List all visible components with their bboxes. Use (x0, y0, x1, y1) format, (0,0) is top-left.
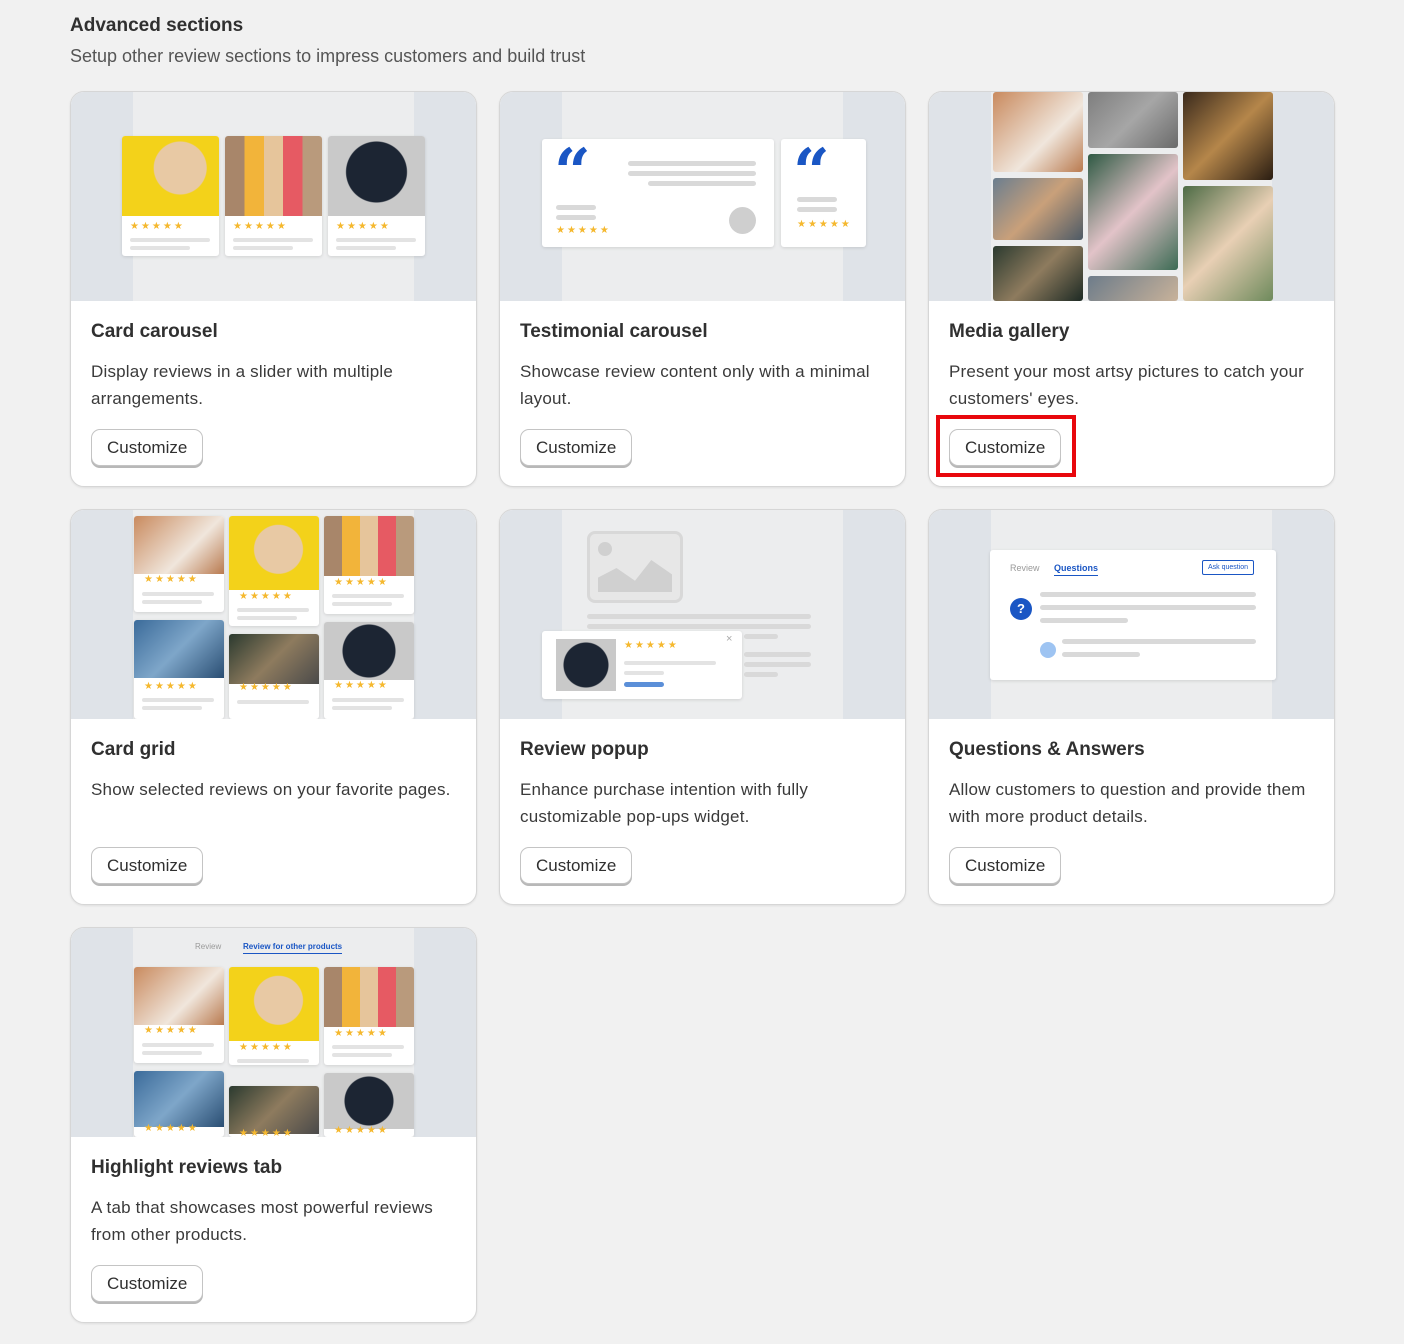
grid-review-card: ★★★★★ (134, 516, 224, 612)
star-rating: ★★★★★ (624, 640, 679, 651)
card-grid-preview: ★★★★★ ★★★★★ ★★★★★ ★★★★★ ★★★★★ ★★★★★ (71, 510, 476, 719)
grid-review-card: ★★★★★ (324, 1073, 414, 1137)
star-rating: ★★★★★ (239, 682, 294, 693)
customize-testimonial-carousel-button[interactable]: Customize (520, 429, 633, 466)
qa-tab-questions: Questions (1054, 563, 1099, 576)
card-carousel-card: ★★★★★ ★★★★★ ★★★★★ Card carousel Display … (70, 91, 477, 487)
customize-card-carousel-button[interactable]: Customize (91, 429, 204, 466)
customize-card-grid-button[interactable]: Customize (91, 847, 204, 884)
grid-review-card: ★★★★★ (229, 1086, 319, 1137)
gallery-photo (1183, 186, 1273, 301)
star-rating: ★★★★★ (130, 221, 185, 232)
star-rating: ★★★★★ (334, 577, 389, 588)
section-header: Advanced sections Setup other review sec… (70, 14, 585, 68)
star-rating: ★★★★★ (334, 1125, 389, 1136)
star-rating: ★★★★★ (144, 681, 199, 692)
grid-review-card: ★★★★★ (134, 967, 224, 1063)
card-description: Allow customers to question and provide … (949, 780, 1306, 826)
star-rating: ★★★★★ (144, 1025, 199, 1036)
star-rating: ★★★★★ (334, 1028, 389, 1039)
review-popup-card: ★★★★★ × Review popup Enhance purchase in… (499, 509, 906, 905)
star-rating: ★★★★★ (233, 221, 288, 232)
testimonial-carousel-preview: “ ★★★★★ “ ★★★★★ (500, 92, 905, 301)
star-rating: ★★★★★ (239, 591, 294, 602)
testimonial-card: “ ★★★★★ (542, 139, 774, 247)
star-rating: ★★★★★ (144, 574, 199, 585)
qa-widget-preview: Review Questions Ask question ? (990, 550, 1276, 680)
grid-review-card: ★★★★★ (324, 622, 414, 719)
review-card-popsicle: ★★★★★ (225, 136, 322, 256)
gallery-photo (993, 178, 1083, 240)
testimonial-card: “ ★★★★★ (781, 139, 866, 247)
card-description: Display reviews in a slider with multipl… (91, 362, 394, 408)
star-rating: ★★★★★ (239, 1128, 294, 1137)
card-title: Card carousel (91, 321, 218, 342)
tab-review-other-products: Review for other products (243, 942, 343, 954)
quote-icon: “ (793, 139, 830, 210)
card-description: Present your most artsy pictures to catc… (949, 362, 1305, 408)
gallery-photo (993, 246, 1083, 301)
question-icon: ? (1010, 598, 1032, 620)
star-rating: ★★★★★ (334, 680, 389, 691)
customize-review-popup-button[interactable]: Customize (520, 847, 633, 884)
star-rating: ★★★★★ (556, 225, 611, 236)
gallery-photo (1183, 92, 1273, 180)
card-description: Show selected reviews on your favorite p… (91, 780, 451, 799)
highlight-annotation (936, 415, 1076, 477)
card-description: Showcase review content only with a mini… (520, 362, 870, 408)
card-title: Highlight reviews tab (91, 1157, 283, 1178)
gallery-photo (1088, 276, 1178, 301)
qa-tab-review: Review (1010, 563, 1040, 573)
star-rating: ★★★★★ (797, 219, 852, 230)
grid-review-card: ★★★★★ (134, 620, 224, 719)
testimonial-carousel-card: “ ★★★★★ “ ★★★★★ Testimonial carousel Sho… (499, 91, 906, 487)
quote-icon: “ (554, 139, 591, 210)
section-subtitle: Setup other review sections to impress c… (70, 46, 586, 66)
tab-review: Review (195, 942, 222, 951)
grid-review-card: ★★★★★ (229, 967, 319, 1065)
card-carousel-preview: ★★★★★ ★★★★★ ★★★★★ (71, 92, 476, 301)
image-placeholder-icon (587, 531, 683, 603)
questions-answers-preview: Review Questions Ask question ? (929, 510, 1334, 719)
gallery-photo (993, 92, 1083, 172)
popup-photo (556, 639, 616, 691)
gallery-photo (1088, 154, 1178, 270)
section-title: Advanced sections (70, 15, 244, 36)
review-popup-preview: ★★★★★ × (500, 510, 905, 719)
cap-photo (122, 136, 219, 216)
media-gallery-preview (929, 92, 1334, 301)
grid-review-card: ★★★★★ (229, 634, 319, 719)
star-rating: ★★★★★ (144, 1123, 199, 1134)
review-card-cap: ★★★★★ (122, 136, 219, 256)
grid-review-card: ★★★★★ (229, 516, 319, 626)
avatar (729, 207, 756, 234)
customize-questions-answers-button[interactable]: Customize (949, 847, 1062, 884)
popsicle-photo (225, 136, 322, 216)
card-title: Testimonial carousel (520, 321, 708, 342)
star-rating: ★★★★★ (239, 1042, 294, 1053)
grid-review-card: ★★★★★ (134, 1071, 224, 1137)
review-card-black-cap: ★★★★★ (328, 136, 425, 256)
card-title: Card grid (91, 739, 176, 760)
highlight-reviews-tab-card: Review Review for other products ★★★★★ ★… (70, 927, 477, 1323)
card-grid-card: ★★★★★ ★★★★★ ★★★★★ ★★★★★ ★★★★★ ★★★★★ Card… (70, 509, 477, 905)
questions-answers-card: Review Questions Ask question ? Question… (928, 509, 1335, 905)
card-title: Review popup (520, 739, 649, 760)
answer-avatar (1040, 642, 1056, 658)
card-title: Questions & Answers (949, 739, 1145, 760)
card-description: Enhance purchase intention with fully cu… (520, 780, 809, 826)
card-title: Media gallery (949, 321, 1070, 342)
card-description: A tab that showcases most powerful revie… (91, 1198, 433, 1244)
popup-review-card: ★★★★★ × (542, 631, 742, 699)
black-cap-photo (328, 136, 425, 216)
grid-review-card: ★★★★★ (324, 967, 414, 1065)
highlight-reviews-tab-preview: Review Review for other products ★★★★★ ★… (71, 928, 476, 1137)
ask-question-button: Ask question (1202, 560, 1255, 575)
grid-review-card: ★★★★★ (324, 516, 414, 614)
star-rating: ★★★★★ (336, 221, 391, 232)
close-icon: × (726, 633, 733, 645)
gallery-photo (1088, 92, 1178, 148)
customize-highlight-reviews-tab-button[interactable]: Customize (91, 1265, 204, 1302)
